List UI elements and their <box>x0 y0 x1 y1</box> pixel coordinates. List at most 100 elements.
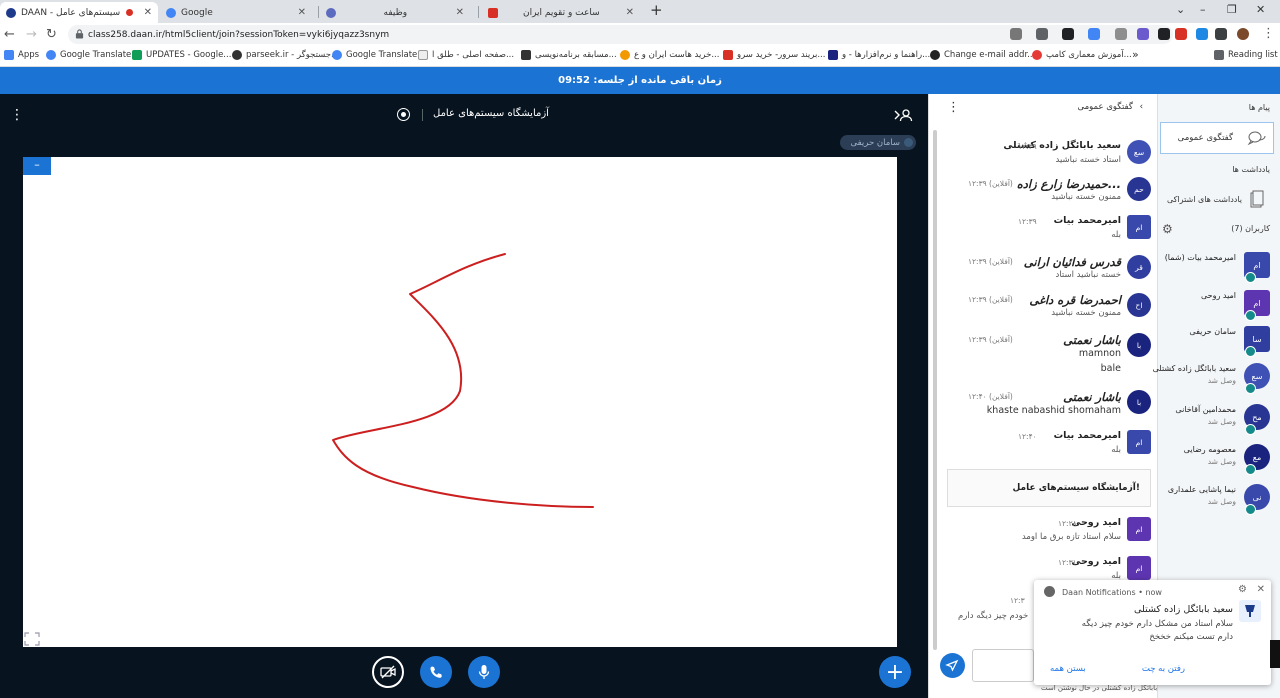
message-text: سلام استاد تازه برق ما اومد <box>1021 532 1121 542</box>
back-icon[interactable]: ← <box>4 27 15 42</box>
bookmark-item[interactable]: مسابقه برنامه‌نویسی... <box>521 50 617 60</box>
shared-notes-item[interactable]: یادداشت های اشتراکی <box>1160 184 1274 214</box>
avatar[interactable]: با <box>1127 333 1151 357</box>
tab-clock[interactable]: ساعت و تقویم ایران ✕ <box>482 2 640 23</box>
bookmark-item[interactable]: بریند سرور- خرید سرو... <box>723 50 825 60</box>
close-tab-icon[interactable]: ✕ <box>450 7 464 18</box>
bookmark-reading-list[interactable]: Reading list <box>1214 50 1278 60</box>
chat-options-icon[interactable]: ⋮ <box>947 100 960 115</box>
notification-header: Daan Notifications • now <box>1062 588 1162 597</box>
message-meta: ۱۲:۴۰ <box>1018 432 1037 441</box>
extension-icon[interactable] <box>1158 28 1170 40</box>
minimize-button[interactable]: – <box>1200 3 1206 16</box>
bookmark-item[interactable]: آموزش معماری کامپ... <box>1032 50 1132 60</box>
user-list-toggle-icon[interactable] <box>893 108 913 122</box>
reload-icon[interactable]: ↻ <box>46 27 57 42</box>
user-list-item[interactable]: سا سامان حریفی <box>1157 320 1280 360</box>
close-notification-icon[interactable]: ✕ <box>1257 584 1265 595</box>
bookmark-item[interactable]: صفحه اصلی - طلق ا... <box>418 50 514 60</box>
gear-icon[interactable]: ⚙ <box>1162 222 1173 236</box>
user-list-item[interactable]: نی نیما پاشایی علمداری وصل شد <box>1157 478 1280 518</box>
puzzle-icon[interactable] <box>1215 28 1227 40</box>
tab-third[interactable]: وظیفه ✕ <box>320 2 470 23</box>
current-speaker-badge: سامان حریفی <box>840 135 916 150</box>
session-title: آزمایشگاه سیستم‌های عامل <box>433 108 549 119</box>
user-list-item[interactable]: ام امیرمحمد بیات (شما) <box>1157 246 1280 286</box>
bookmark-item[interactable]: UPDATES - Google... <box>132 50 231 60</box>
forward-icon[interactable]: → <box>26 27 37 42</box>
message-text: استاد خسته نباشید <box>1055 155 1121 165</box>
user-list-item[interactable]: مح محمدامین آقاخانی وصل شد <box>1157 398 1280 438</box>
bookmark-item[interactable]: Google Translate <box>332 50 417 60</box>
url-bar[interactable]: class258.daan.ir/html5client/join?sessio… <box>68 25 1173 44</box>
chrome-icon <box>1044 586 1055 597</box>
side-edge-button[interactable] <box>1270 640 1280 668</box>
user-status: وصل شد <box>1207 497 1236 506</box>
sheets-icon <box>132 50 142 60</box>
star-icon[interactable] <box>1115 28 1127 40</box>
browser-tab-bar: DAAN - گاه سیستم‌های عامل ✕ Google ✕ وظی… <box>0 0 1280 23</box>
bookmark-item[interactable]: Change e-mail addr... <box>930 50 1035 60</box>
actions-plus-button[interactable]: + <box>879 656 911 688</box>
microphone-button[interactable] <box>468 656 500 688</box>
share-webcam-button[interactable] <box>372 656 404 688</box>
public-chat-item[interactable]: گفتگوی عمومی <box>1160 122 1274 154</box>
close-tab-icon[interactable]: ✕ <box>292 7 306 18</box>
bookmark-item[interactable]: خرید هاست ایران و ع... <box>620 50 719 60</box>
close-tab-icon[interactable]: ✕ <box>138 7 152 18</box>
send-message-button[interactable] <box>940 653 965 678</box>
chat-message-input[interactable] <box>972 649 1034 682</box>
close-window-button[interactable]: ✕ <box>1256 3 1265 16</box>
bookmark-item[interactable]: parseek.ir - جستجوگر... <box>232 50 339 60</box>
cast-icon[interactable] <box>1010 28 1022 40</box>
bookmark-item[interactable]: Google Translate <box>46 50 131 60</box>
avatar[interactable]: حم <box>1127 177 1151 201</box>
close-all-button[interactable]: بستن همه <box>1050 664 1086 674</box>
message-sender: امید روحی <box>1071 517 1121 528</box>
record-icon[interactable] <box>397 108 410 121</box>
avatar[interactable]: ام <box>1127 556 1151 580</box>
user-list-item[interactable]: ام امید روحی <box>1157 284 1280 324</box>
avatar[interactable]: اح <box>1127 293 1151 317</box>
avatar[interactable]: ام <box>1127 517 1151 541</box>
tab-daan[interactable]: DAAN - گاه سیستم‌های عامل ✕ <box>0 2 158 23</box>
extension-icon[interactable] <box>1196 28 1208 40</box>
maximize-button[interactable]: ❐ <box>1227 3 1237 16</box>
kebab-menu-icon[interactable]: ⋮ <box>1262 26 1275 41</box>
settings-gear-icon[interactable]: ⚙ <box>1238 584 1247 595</box>
chat-header[interactable]: گفتگوی عمومی ‹ <box>1078 102 1143 112</box>
close-tab-icon[interactable]: ✕ <box>620 7 634 18</box>
fullscreen-icon[interactable] <box>24 632 40 646</box>
microphone-icon <box>478 665 490 679</box>
qr-icon[interactable] <box>1062 28 1074 40</box>
user-list-item[interactable]: مع معصومه رضایی وصل شد <box>1157 438 1280 478</box>
avatar[interactable]: ام <box>1127 215 1151 239</box>
message-text: بله <box>1111 230 1121 240</box>
options-menu-icon[interactable]: ⋮ <box>10 107 24 123</box>
tab-google[interactable]: Google ✕ <box>160 2 312 23</box>
chat-scrollbar[interactable] <box>933 130 937 650</box>
message-sender: امیرمحمد بیات <box>1053 215 1121 226</box>
adblock-icon[interactable] <box>1175 28 1187 40</box>
avatar[interactable]: سع <box>1127 140 1151 164</box>
bookmark-item[interactable]: راهنما و نرم‌افزارها - و... <box>828 50 930 60</box>
extension-icon[interactable] <box>1137 28 1149 40</box>
new-tab-button[interactable]: + <box>650 1 663 19</box>
chevron-down-icon[interactable]: ⌄ <box>1176 3 1185 16</box>
avatar[interactable]: ام <box>1127 430 1151 454</box>
user-name: معصومه رضایی <box>1183 445 1236 454</box>
message-sender: قدرس فدائیان ارانی <box>1023 255 1121 269</box>
desktop-notification[interactable]: Daan Notifications • now ⚙ ✕ سعید بابائگ… <box>1034 580 1271 685</box>
profile-avatar[interactable] <box>1237 28 1249 40</box>
more-bookmarks-icon[interactable]: » <box>1132 48 1139 61</box>
bookmark-apps[interactable]: Apps <box>4 50 39 60</box>
avatar[interactable]: با <box>1127 390 1151 414</box>
install-icon[interactable] <box>1036 28 1048 40</box>
translate-icon[interactable] <box>1088 28 1100 40</box>
avatar[interactable]: قر <box>1127 255 1151 279</box>
user-list-item[interactable]: سع سعید بابائگل زاده کشتلی وصل شد <box>1153 357 1280 397</box>
go-to-chat-button[interactable]: رفتن به چت <box>1142 664 1185 674</box>
audio-button[interactable] <box>420 656 452 688</box>
minimize-presentation-button[interactable]: – <box>23 157 51 175</box>
welcome-message: آزمایشگاه سیستم‌های عامل! <box>947 469 1151 507</box>
